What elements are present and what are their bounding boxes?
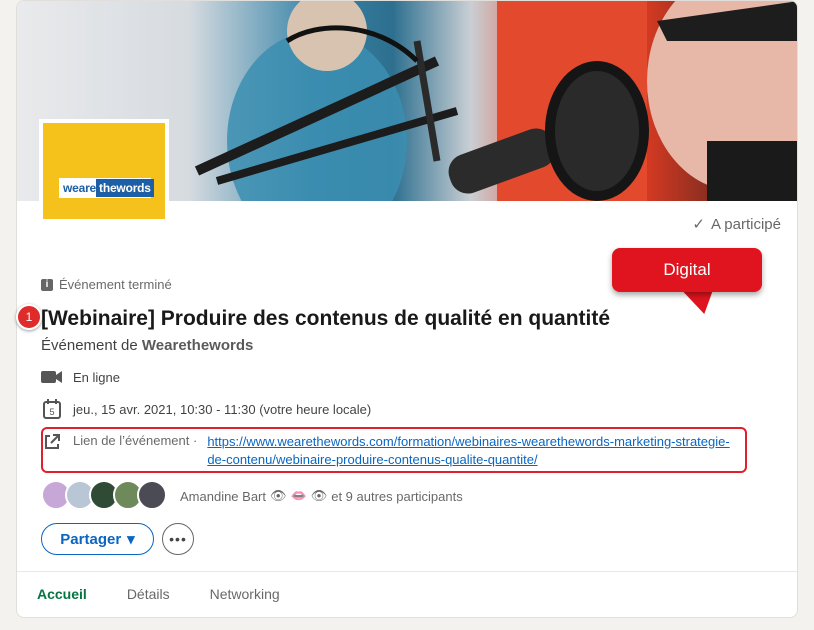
video-camera-icon <box>41 366 63 388</box>
event-tabs: Accueil Détails Networking <box>17 571 797 617</box>
digital-callout: Digital <box>612 248 762 292</box>
tab-networking[interactable]: Networking <box>190 572 300 617</box>
event-link-label: Lien de l’événement · <box>73 433 198 448</box>
event-location: En ligne <box>73 369 120 385</box>
external-link-icon <box>41 431 63 453</box>
organizer-prefix: Événement de <box>41 337 138 354</box>
attendee-name: Amandine Bart <box>180 488 266 504</box>
attendee-count: et 9 autres participants <box>331 488 463 504</box>
logo-text-accent: thewords <box>96 179 154 197</box>
event-status-label: Événement terminé <box>59 277 172 292</box>
event-link-url[interactable]: https://www.wearethewords.com/formation/… <box>207 433 737 469</box>
more-options-button[interactable]: ••• <box>162 523 194 555</box>
eye-emoji-icon: 👁 <box>270 488 287 503</box>
attendee-avatars[interactable] <box>41 480 167 510</box>
event-link-row: Lien de l’événement · https://www.wearet… <box>41 431 737 469</box>
logo-text-plain: weare <box>63 181 97 195</box>
calendar-day: 5 <box>49 407 54 417</box>
event-status: i Événement terminé <box>41 277 172 292</box>
participated-label: A participé <box>710 215 781 233</box>
attendee-summary[interactable]: Amandine Bart 👁 👄 👁 et 9 autres particip… <box>180 488 463 504</box>
event-datetime-row: 5 jeu., 15 avr. 2021, 10:30 - 11:30 (vot… <box>41 398 371 420</box>
participated-status: ✓ A participé <box>692 215 781 234</box>
organizer-link[interactable]: Wearethewords <box>142 337 253 354</box>
more-icon: ••• <box>169 531 187 547</box>
share-button[interactable]: Partager ▾ <box>41 523 154 555</box>
event-organizer-line: Événement de Wearethewords <box>41 337 253 354</box>
organizer-logo[interactable]: weare thewords <box>39 119 169 223</box>
caret-down-icon: ▾ <box>127 531 135 548</box>
annotation-number-badge: 1 <box>16 304 42 330</box>
event-title: [Webinaire] Produire des contenus de qua… <box>41 307 611 330</box>
logo-wordmark: weare thewords <box>59 178 154 198</box>
event-datetime: jeu., 15 avr. 2021, 10:30 - 11:30 (votre… <box>73 401 372 417</box>
avatar[interactable] <box>137 480 167 510</box>
eye-emoji-icon: 👁 <box>310 488 328 503</box>
lips-emoji-icon: 👄 <box>290 488 307 503</box>
tab-details[interactable]: Détails <box>107 572 190 617</box>
tab-accueil[interactable]: Accueil <box>17 572 107 617</box>
logo-background: weare thewords <box>43 123 165 219</box>
info-icon: i <box>41 278 53 291</box>
checkmark-icon: ✓ <box>692 216 705 233</box>
calendar-icon: 5 <box>41 398 63 420</box>
share-label: Partager <box>60 530 122 548</box>
event-location-row: En ligne <box>41 366 120 388</box>
